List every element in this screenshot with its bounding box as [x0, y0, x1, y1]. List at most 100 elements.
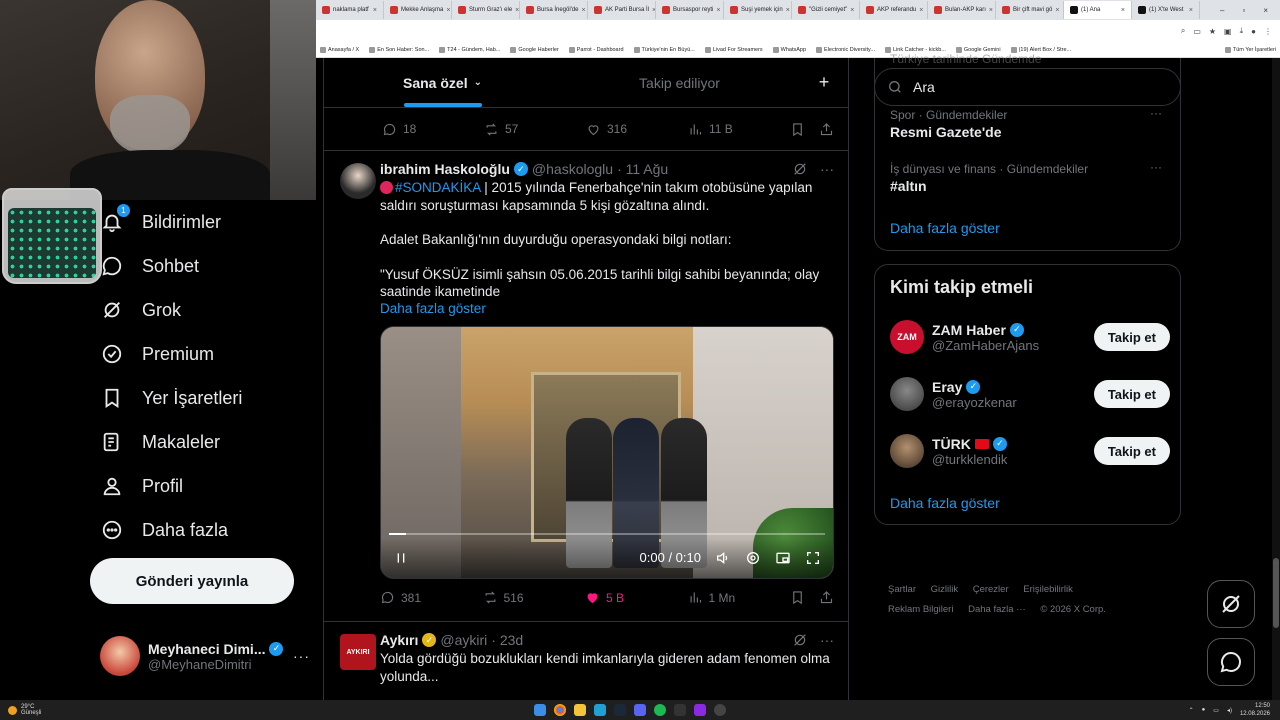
bookmark-item[interactable]: Electronic Diversity... — [816, 46, 875, 53]
follow-button[interactable]: Takip et — [1093, 380, 1170, 408]
zoom-icon[interactable]: ⌕ — [1181, 26, 1185, 36]
reply-button[interactable]: 18 — [382, 122, 484, 137]
follow-button[interactable]: Takip et — [1093, 323, 1170, 351]
footer-link[interactable]: Erişilebilirlik — [1023, 584, 1073, 595]
settings-gear-icon[interactable] — [745, 550, 761, 566]
close-tab-icon[interactable]: × — [989, 7, 993, 14]
reply-button[interactable]: 381 — [380, 590, 483, 605]
close-tab-icon[interactable]: × — [515, 7, 519, 14]
file-explorer-icon[interactable] — [574, 704, 586, 716]
menu-icon[interactable]: ⋮ — [1264, 27, 1272, 36]
steam-icon[interactable] — [614, 704, 626, 716]
weather-widget[interactable]: 29°C Güneşli — [0, 704, 41, 716]
footer-link[interactable]: Şartlar — [888, 584, 916, 595]
star-icon[interactable]: ★ — [1209, 27, 1216, 36]
footer-link[interactable]: Daha fazla ··· — [968, 604, 1026, 615]
close-tab-icon[interactable]: × — [373, 7, 377, 14]
grok-icon[interactable] — [792, 632, 808, 648]
volume-icon[interactable]: ◂) — [1227, 707, 1232, 714]
like-button[interactable]: 316 — [586, 122, 688, 137]
bookmark-icon[interactable] — [790, 590, 805, 605]
nav-item-bookmarks[interactable]: Yer İşaretleri — [90, 376, 320, 420]
author-name[interactable]: Aykırı — [380, 632, 418, 648]
bookmark-icon[interactable] — [790, 122, 805, 137]
tab-following[interactable]: Takip ediliyor — [561, 58, 798, 107]
search-input[interactable] — [913, 79, 1163, 95]
tray-chevron-icon[interactable]: ⌃ — [1189, 707, 1194, 714]
tweet[interactable]: ibrahim Haskoloğlu ✓ @haskologlu · 11 Ağ… — [324, 150, 848, 621]
views-button[interactable]: 11 B — [688, 122, 790, 137]
account-switcher[interactable]: Meyhaneci Dimi... ✓ @MeyhaneDimitri ··· — [100, 632, 310, 680]
post-button[interactable]: Gönderi yayınla — [90, 558, 294, 604]
obs-icon[interactable] — [714, 704, 726, 716]
close-tab-icon[interactable]: × — [850, 7, 854, 14]
avatar[interactable] — [340, 163, 376, 199]
footer-link[interactable]: Çerezler — [973, 584, 1009, 595]
tab-for-you[interactable]: Sana özel ⌄ — [324, 58, 561, 107]
avatar[interactable]: ZAM — [890, 320, 924, 354]
bookmark-item[interactable]: Türkiye'nin En Büyü... — [633, 46, 695, 53]
pip-icon[interactable] — [775, 550, 791, 566]
browser-tab[interactable]: Bulan-AKP karı × — [928, 1, 996, 19]
share-icon[interactable] — [819, 122, 834, 137]
maximize-icon[interactable]: ▫ — [1242, 6, 1245, 15]
views-button[interactable]: 1 Mn — [688, 590, 791, 605]
video-player[interactable]: 0:00 / 0:10 — [380, 325, 834, 579]
nav-item-premium[interactable]: Premium — [90, 332, 320, 376]
microphone-icon[interactable]: ● — [1202, 707, 1206, 713]
bookmark-item[interactable]: T24 - Gündem, Hab... — [439, 46, 500, 53]
repost-button[interactable]: 57 — [484, 122, 586, 137]
nav-item-more[interactable]: Daha fazla — [90, 508, 320, 552]
profile-icon[interactable]: ● — [1251, 27, 1256, 36]
nav-item-chat[interactable]: Sohbet — [90, 244, 320, 288]
close-tab-icon[interactable]: × — [1121, 7, 1125, 14]
like-button[interactable]: 5 B — [585, 590, 688, 605]
app-icon[interactable] — [694, 704, 706, 716]
search-box[interactable] — [874, 68, 1181, 106]
follow-suggestion[interactable]: ZAM ZAM Haber ✓ @ZamHaberAjans Takip et — [890, 317, 1170, 357]
browser-tab[interactable]: Bursaspor reyti × — [656, 1, 724, 19]
pause-icon[interactable] — [393, 550, 409, 566]
windows-start-icon[interactable] — [534, 704, 546, 716]
close-window-icon[interactable]: × — [1263, 6, 1268, 15]
more-dots-icon[interactable]: ··· — [1150, 106, 1162, 120]
avatar[interactable] — [890, 377, 924, 411]
video-progress-bar[interactable] — [389, 532, 825, 535]
browser-tab[interactable]: AK Parti Bursa İl × — [588, 1, 656, 19]
browser-tab[interactable]: (1) Ana × — [1064, 1, 1132, 19]
browser-tab[interactable]: Bir çift mavi gö × — [996, 1, 1064, 19]
footer-link[interactable]: Gizlilik — [931, 584, 958, 595]
show-more-link[interactable]: Daha fazla göster — [380, 301, 834, 316]
browser-tab[interactable]: AKP referandu × — [860, 1, 928, 19]
close-tab-icon[interactable]: × — [1189, 7, 1193, 14]
follow-suggestion[interactable]: TÜRK ✓ @turkklendik Takip et — [890, 431, 1170, 471]
bookmark-item[interactable]: En Son Haber: Son... — [369, 46, 429, 53]
scrollbar-thumb[interactable] — [1273, 558, 1279, 628]
epic-icon[interactable] — [674, 704, 686, 716]
browser-tab[interactable]: Bursa İnegöl'de × — [520, 1, 588, 19]
trend-item[interactable]: Türkiye tarihinde Gündemde — [890, 52, 1170, 66]
browser-tab[interactable]: (1) X'te West × — [1132, 1, 1200, 19]
scrollbar[interactable] — [1272, 58, 1280, 700]
more-dots-icon[interactable]: ··· — [1150, 160, 1162, 174]
bookmark-item[interactable]: Tüm Yer İşaretleri — [1224, 46, 1276, 53]
browser-tab[interactable]: "Gizli cemiyet" × — [792, 1, 860, 19]
browser-tab[interactable]: naklama platf × — [316, 1, 384, 19]
clock[interactable]: 12:50 12.08.2026 — [1240, 702, 1270, 718]
nav-item-notifications[interactable]: 1 Bildirimler — [90, 200, 320, 244]
more-dots-icon[interactable]: ··· — [293, 648, 310, 664]
close-tab-icon[interactable]: × — [1055, 7, 1059, 14]
discord-icon[interactable] — [634, 704, 646, 716]
bookmark-item[interactable]: Livad For Streamers — [704, 46, 763, 53]
trend-item[interactable]: Spor · Gündemdekiler Resmi Gazete'de ··· — [890, 106, 1170, 140]
footer-link[interactable]: Reklam Bilgileri — [888, 604, 953, 615]
grok-icon[interactable] — [792, 161, 808, 177]
grok-fab-button[interactable] — [1207, 580, 1255, 628]
chrome-icon[interactable] — [554, 704, 566, 716]
repost-button[interactable]: 516 — [483, 590, 586, 605]
edge-icon[interactable] — [594, 704, 606, 716]
tweet[interactable]: AYKIRI Aykırı ✓ @aykiri · 23d ··· Yolda … — [324, 621, 848, 700]
show-more-trends-link[interactable]: Daha fazla göster — [890, 220, 1000, 236]
download-icon[interactable]: ⤓ — [1240, 26, 1244, 36]
tweet-date[interactable]: · 11 Ağu — [617, 161, 668, 177]
